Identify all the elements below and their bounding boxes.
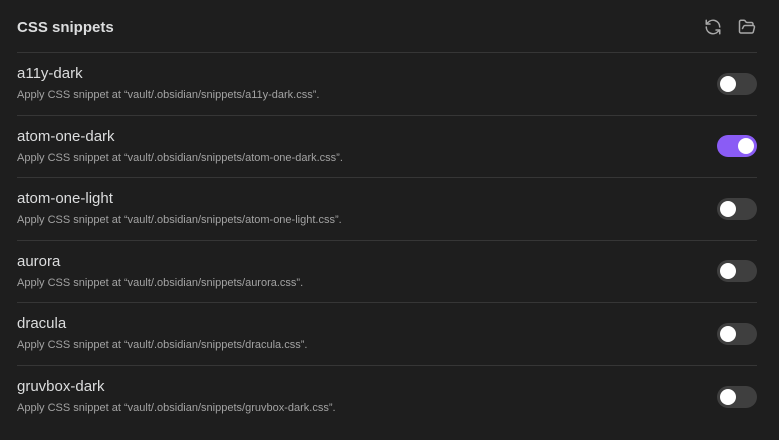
section-title: CSS snippets bbox=[17, 18, 114, 36]
snippet-item: atom-one-dark Apply CSS snippet at “vaul… bbox=[17, 116, 757, 178]
snippet-item: atom-one-light Apply CSS snippet at “vau… bbox=[17, 178, 757, 241]
snippet-name: a11y-dark bbox=[17, 65, 83, 83]
css-snippets-panel: CSS snippets a11y-dark Apply CSS snippet… bbox=[0, 0, 779, 440]
snippet-info: gruvbox-dark Apply CSS snippet at “vault… bbox=[17, 378, 336, 415]
snippet-description: Apply CSS snippet at “vault/.obsidian/sn… bbox=[17, 214, 342, 227]
snippet-info: aurora Apply CSS snippet at “vault/.obsi… bbox=[17, 253, 303, 290]
header-actions bbox=[703, 17, 757, 37]
snippet-description: Apply CSS snippet at “vault/.obsidian/sn… bbox=[17, 276, 304, 289]
snippet-info: atom-one-light Apply CSS snippet at “vau… bbox=[17, 190, 342, 227]
snippet-description: Apply CSS snippet at “vault/.obsidian/sn… bbox=[17, 339, 308, 352]
toggle-knob bbox=[720, 388, 736, 405]
reload-icon[interactable] bbox=[703, 17, 723, 37]
snippet-item: gruvbox-dark Apply CSS snippet at “vault… bbox=[17, 366, 757, 429]
snippet-info: a11y-dark Apply CSS snippet at “vault/.o… bbox=[17, 65, 319, 102]
snippet-item: aurora Apply CSS snippet at “vault/.obsi… bbox=[17, 241, 757, 303]
snippet-toggle[interactable] bbox=[717, 197, 757, 220]
snippet-info: atom-one-dark Apply CSS snippet at “vaul… bbox=[17, 128, 343, 165]
snippet-name: aurora bbox=[17, 252, 61, 270]
snippet-list: a11y-dark Apply CSS snippet at “vault/.o… bbox=[17, 53, 757, 428]
snippet-toggle[interactable] bbox=[717, 135, 757, 158]
toggle-knob bbox=[720, 325, 736, 342]
snippet-info: dracula Apply CSS snippet at “vault/.obs… bbox=[17, 315, 307, 352]
snippet-description: Apply CSS snippet at “vault/.obsidian/sn… bbox=[17, 151, 343, 164]
toggle-knob bbox=[738, 138, 754, 155]
toggle-knob bbox=[720, 75, 736, 92]
snippet-name: dracula bbox=[17, 315, 67, 333]
snippet-description: Apply CSS snippet at “vault/.obsidian/sn… bbox=[17, 402, 336, 415]
section-header: CSS snippets bbox=[17, 0, 757, 53]
snippet-toggle[interactable] bbox=[717, 72, 757, 95]
toggle-knob bbox=[720, 263, 736, 280]
folder-open-icon[interactable] bbox=[737, 17, 757, 37]
snippet-item: dracula Apply CSS snippet at “vault/.obs… bbox=[17, 303, 757, 366]
snippet-toggle[interactable] bbox=[717, 260, 757, 283]
snippet-toggle[interactable] bbox=[717, 322, 757, 345]
snippet-description: Apply CSS snippet at “vault/.obsidian/sn… bbox=[17, 89, 320, 102]
snippet-name: atom-one-light bbox=[17, 190, 113, 208]
snippet-name: atom-one-dark bbox=[17, 127, 115, 145]
snippet-toggle[interactable] bbox=[717, 385, 757, 408]
snippet-item: a11y-dark Apply CSS snippet at “vault/.o… bbox=[17, 53, 757, 116]
toggle-knob bbox=[720, 200, 736, 217]
snippet-name: gruvbox-dark bbox=[17, 378, 105, 396]
